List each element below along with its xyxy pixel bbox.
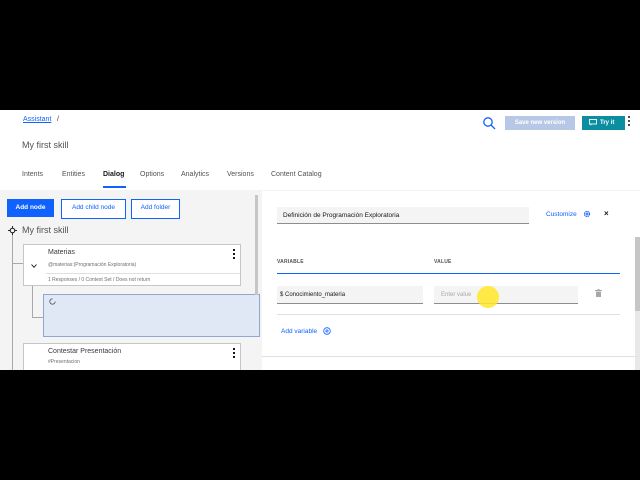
dialog-node-new-child[interactable] xyxy=(43,294,260,337)
value-column-header: VALUE xyxy=(434,259,452,265)
node-editor-panel: Definición de Programación Exploratoria … xyxy=(262,191,640,370)
divider xyxy=(262,356,640,357)
value-input[interactable]: Enter value xyxy=(434,286,578,304)
dialog-tree-pane: Add node Add child node Add folder My fi… xyxy=(0,191,260,370)
save-new-version-button[interactable]: Save new version xyxy=(505,116,575,130)
tab-options[interactable]: Options xyxy=(140,171,164,178)
divider xyxy=(46,273,240,274)
variable-column-header: VARIABLE xyxy=(277,259,304,265)
divider xyxy=(277,314,620,315)
tab-content-catalog[interactable]: Content Catalog xyxy=(271,171,322,178)
tab-versions[interactable]: Versions xyxy=(227,171,254,178)
node-summary: 1 Responses / 0 Context Set / Does not r… xyxy=(48,277,151,283)
tree-connector xyxy=(32,317,43,318)
tab-intents[interactable]: Intents xyxy=(22,171,43,178)
panel-scrollbar-thumb[interactable] xyxy=(635,237,640,311)
app-window: Assistant / My first skill Save new vers… xyxy=(0,110,640,370)
tab-analytics[interactable]: Analytics xyxy=(181,171,209,178)
dialog-node-materias[interactable]: Materias @materias:(Programación Explora… xyxy=(23,244,241,286)
node-title: Contestar Presentación xyxy=(48,348,122,355)
mouse-cursor-highlight xyxy=(477,286,499,308)
tree-root-title: My first skill xyxy=(22,225,69,235)
skill-title: My first skill xyxy=(22,140,69,150)
tree-connector xyxy=(12,263,23,264)
node-name-input[interactable]: Definición de Programación Exploratoria xyxy=(277,207,529,224)
active-tab-indicator xyxy=(103,186,126,188)
tree-connector xyxy=(12,235,13,370)
node-condition: @materias:(Programación Exploratoria) xyxy=(48,262,137,268)
page-header: Assistant / My first skill Save new vers… xyxy=(0,110,640,190)
spinner-icon xyxy=(49,298,56,305)
node-title: Materias xyxy=(48,249,75,256)
add-circle-icon[interactable] xyxy=(323,327,331,335)
tab-dialog[interactable]: Dialog xyxy=(103,171,124,178)
add-child-node-button[interactable]: Add child node xyxy=(61,199,126,219)
chevron-down-icon[interactable] xyxy=(31,264,37,268)
tab-entities[interactable]: Entities xyxy=(62,171,85,178)
root-node-icon xyxy=(8,226,17,235)
dialog-node-contestar-presentacion[interactable]: Contestar Presentación #Presentacion xyxy=(23,343,241,370)
add-variable-button[interactable]: Add variable xyxy=(281,328,317,335)
search-icon[interactable] xyxy=(482,116,496,130)
add-node-button[interactable]: Add node xyxy=(7,199,54,217)
tree-connector xyxy=(32,286,33,318)
breadcrumb-assistant[interactable]: Assistant xyxy=(23,116,51,123)
customize-link[interactable]: Customize xyxy=(546,211,577,218)
close-icon[interactable]: × xyxy=(604,209,609,218)
overflow-menu-icon[interactable] xyxy=(628,115,632,129)
trash-icon[interactable] xyxy=(595,289,602,297)
gear-icon[interactable] xyxy=(583,210,591,218)
overflow-menu-icon[interactable] xyxy=(233,249,236,260)
breadcrumb-separator: / xyxy=(57,116,59,123)
overflow-menu-icon[interactable] xyxy=(233,348,236,359)
tree-scrollbar[interactable] xyxy=(255,195,258,295)
try-it-button[interactable]: Try it xyxy=(582,116,625,130)
node-condition: #Presentacion xyxy=(48,359,80,365)
divider xyxy=(277,273,620,274)
add-folder-button[interactable]: Add folder xyxy=(131,199,180,219)
try-it-label: Try it xyxy=(600,120,615,126)
variable-input[interactable]: $ Conocimiento_materia xyxy=(277,286,423,304)
chat-icon xyxy=(589,119,597,126)
